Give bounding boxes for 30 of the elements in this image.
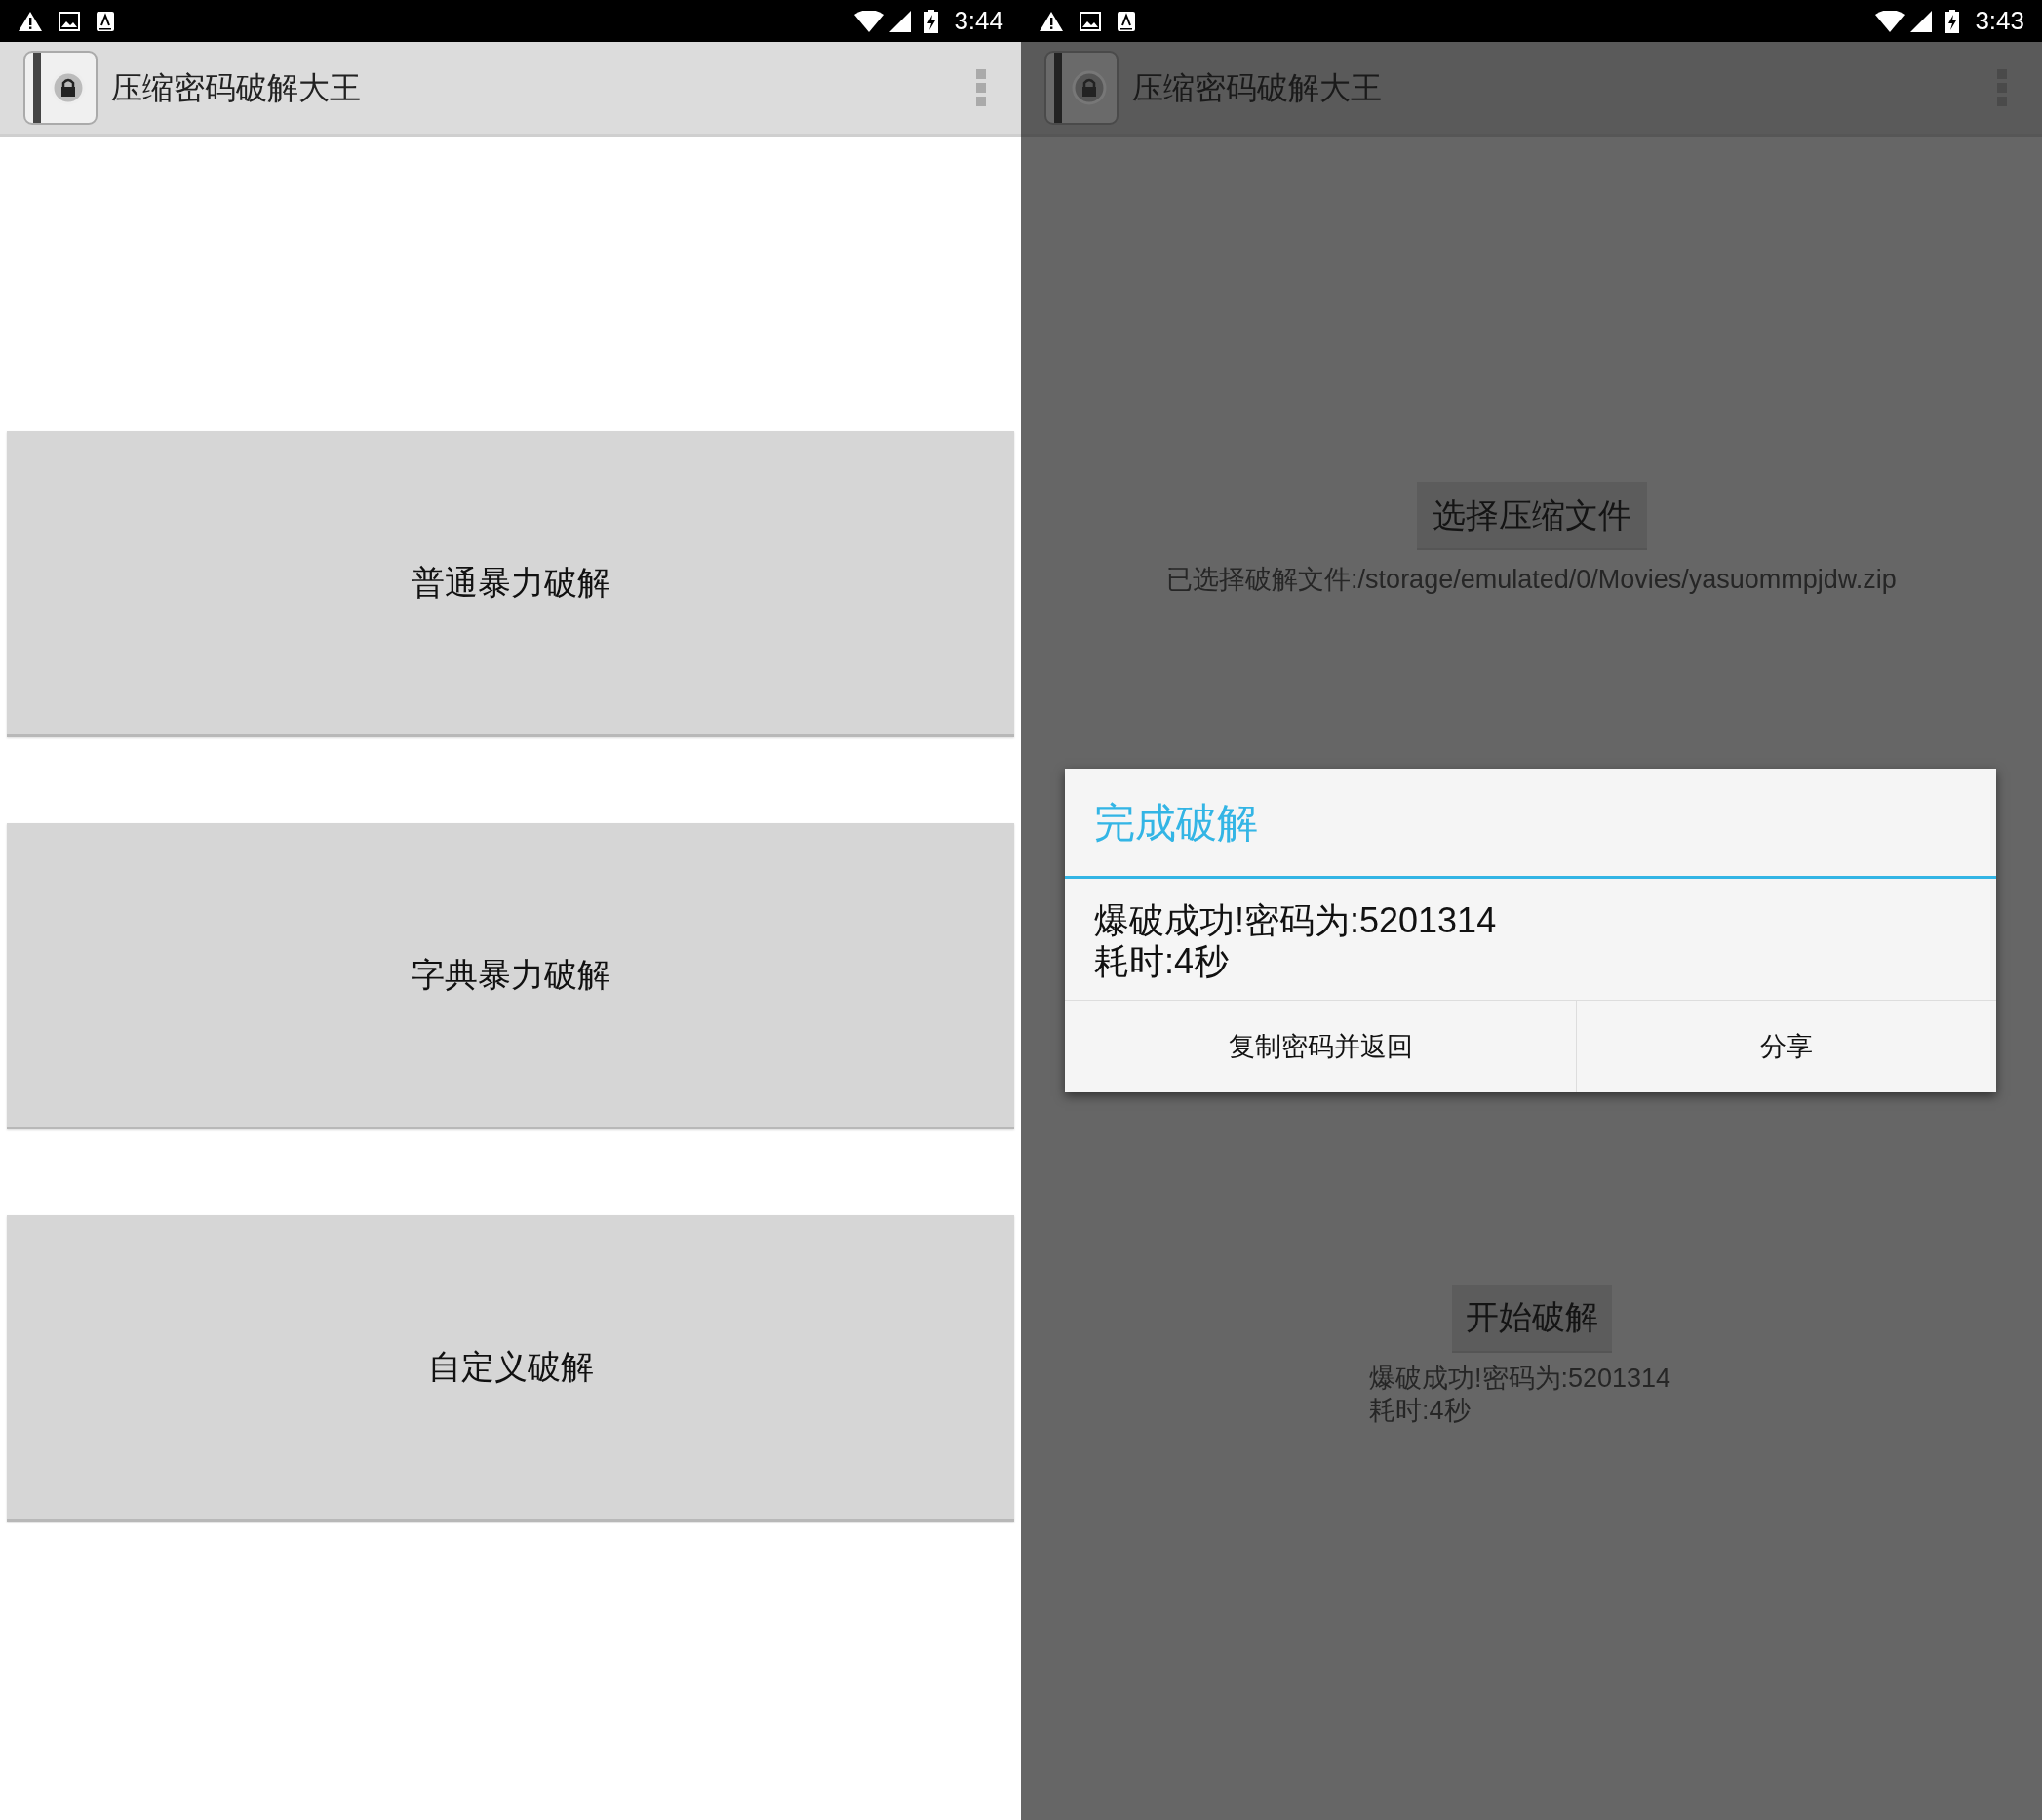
battery-icon bbox=[924, 9, 939, 33]
warning-icon bbox=[1039, 10, 1064, 32]
app-logo-icon bbox=[23, 51, 98, 125]
image-icon bbox=[59, 11, 80, 31]
status-time: 3:44 bbox=[954, 5, 1003, 37]
dialog-title: 完成破解 bbox=[1094, 798, 1258, 848]
more-options-icon[interactable] bbox=[976, 69, 986, 106]
dialog-button[interactable]: 复制密码并返回 bbox=[1065, 1001, 1577, 1092]
wifi-icon bbox=[1875, 10, 1905, 32]
warning-icon bbox=[18, 10, 43, 32]
wifi-icon bbox=[854, 10, 884, 32]
selected-file-text: 已选择破解文件:/storage/emulated/0/Movies/yasuommpjdw.zip bbox=[1166, 564, 1897, 596]
app-title: 压缩密码破解大王 bbox=[111, 69, 361, 107]
dialog-message: 耗时:4秒 bbox=[1094, 941, 1231, 982]
result-text: 耗时:4秒 bbox=[1369, 1394, 1471, 1427]
menu-button[interactable]: 普通暴力破解 bbox=[7, 431, 1014, 737]
signal-icon bbox=[889, 10, 912, 32]
app-title: 压缩密码破解大王 bbox=[1132, 69, 1382, 107]
battery-icon bbox=[1945, 9, 1960, 33]
menu-button[interactable]: 自定义破解 bbox=[7, 1215, 1014, 1522]
app-logo-icon bbox=[1044, 51, 1119, 125]
dialog-button[interactable]: 分享 bbox=[1577, 1001, 1996, 1092]
dialog-message: 爆破成功!密码为:5201314 bbox=[1094, 900, 1498, 941]
result-text: 爆破成功!密码为:5201314 bbox=[1369, 1362, 1671, 1395]
image-icon bbox=[1080, 11, 1101, 31]
signal-icon bbox=[1910, 10, 1933, 32]
menu-button[interactable]: 字典暴力破解 bbox=[7, 823, 1014, 1129]
keyboard-icon bbox=[1117, 10, 1136, 32]
keyboard-icon bbox=[96, 10, 115, 32]
status-time: 3:43 bbox=[1975, 5, 2024, 37]
